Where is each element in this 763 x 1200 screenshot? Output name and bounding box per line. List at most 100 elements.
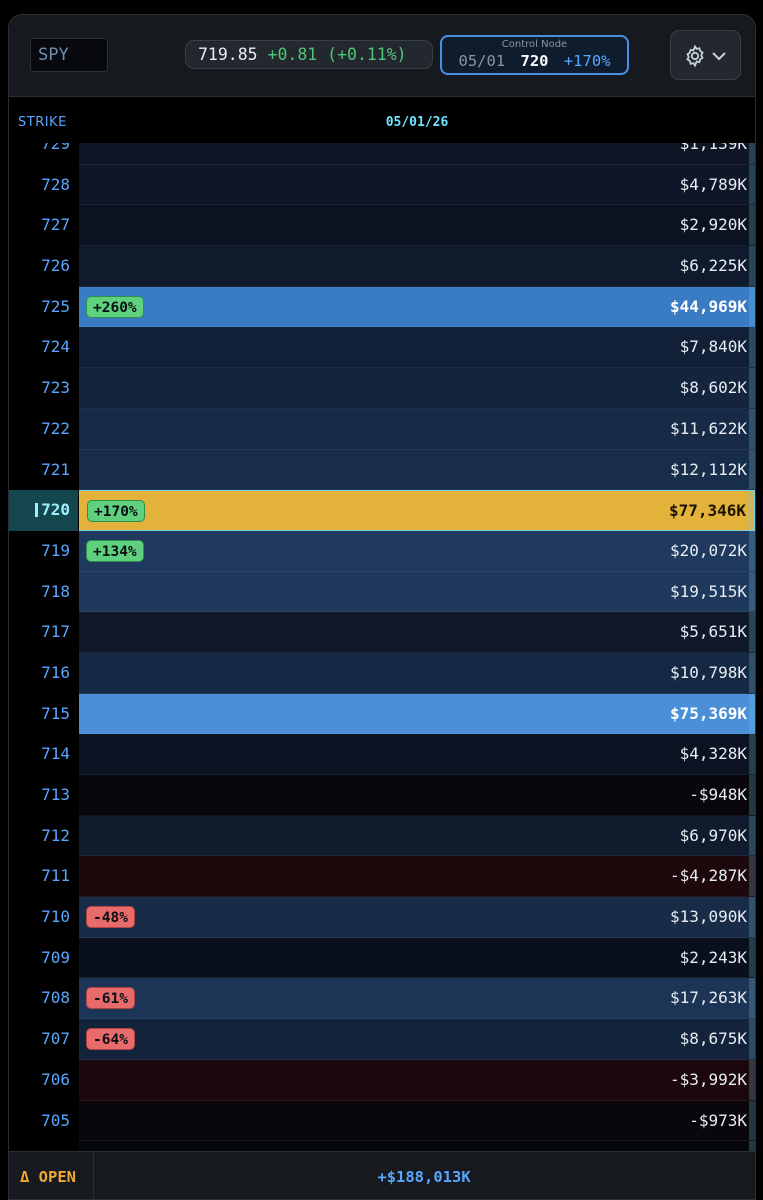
current-price-marker xyxy=(35,503,39,518)
heatmap-cell[interactable]: $12,112K xyxy=(79,449,755,491)
strike-row[interactable]: 726 $6,225K xyxy=(9,246,755,287)
scrollbar-track[interactable] xyxy=(749,1059,755,1100)
strike-row[interactable]: 714 $4,328K xyxy=(9,734,755,775)
strike-label: 705 xyxy=(9,1100,78,1142)
heatmap-cell[interactable]: -$4,287K xyxy=(79,856,755,898)
strike-label: 716 xyxy=(9,652,78,694)
heatmap-cell[interactable]: $8,602K xyxy=(79,368,755,409)
strike-label: 724 xyxy=(9,327,78,369)
strike-row[interactable]: 717 $5,651K xyxy=(9,612,755,653)
gain-badge: +170% xyxy=(87,500,145,523)
strike-label: 713 xyxy=(9,775,78,816)
current-strike-row[interactable]: 720 +170% $77,346K xyxy=(9,490,755,531)
scrollbar-track[interactable] xyxy=(749,571,755,612)
exposure-value: $4,328K xyxy=(679,744,747,764)
strike-row[interactable]: 712 $6,970K xyxy=(9,815,755,857)
heatmap-cell[interactable]: $5,651K xyxy=(79,612,755,653)
exposure-value: $4,789K xyxy=(679,174,747,194)
strike-row[interactable]: 724 $7,840K xyxy=(9,327,755,369)
strike-row[interactable]: 721 $12,112K xyxy=(9,449,755,491)
strike-row[interactable]: 709 $2,243K xyxy=(9,937,755,979)
strike-row[interactable]: 716 $10,798K xyxy=(9,652,755,694)
scrollbar-track[interactable] xyxy=(749,612,755,652)
strike-row[interactable]: 728 $4,789K xyxy=(9,164,755,206)
scrollbar-track[interactable] xyxy=(749,937,755,978)
heatmap-cell[interactable]: -$948K xyxy=(79,775,755,816)
ticker-input[interactable]: SPY xyxy=(30,38,108,72)
scrollbar-track[interactable] xyxy=(749,693,755,734)
heatmap-cell[interactable]: $2,920K xyxy=(79,205,755,247)
exposure-value: -$948K xyxy=(689,785,747,804)
heatmap-cell[interactable]: $11,622K xyxy=(79,408,755,450)
strike-row[interactable]: 707 -64% $8,675K xyxy=(9,1019,755,1060)
strike-row[interactable]: 708 -61% $17,263K xyxy=(9,978,755,1020)
strike-row[interactable]: 722 $11,622K xyxy=(9,408,755,450)
control-node-badge[interactable]: Control Node 05/01 720 +170% xyxy=(440,35,629,75)
scrollbar-track[interactable] xyxy=(749,368,755,408)
scrollbar-track[interactable] xyxy=(749,978,755,1019)
strike-row[interactable]: 710 -48% $13,090K xyxy=(9,897,755,938)
scrollbar-track[interactable] xyxy=(749,856,755,897)
scrollbar-track[interactable] xyxy=(749,897,755,937)
strike-row[interactable]: 715 $75,369K xyxy=(9,693,755,735)
heatmap-cell[interactable]: $6,225K xyxy=(79,246,755,287)
heatmap-cell[interactable]: $75,369K xyxy=(79,693,755,735)
scrollbar-track[interactable] xyxy=(749,775,755,815)
scrollbar-track[interactable] xyxy=(749,246,755,286)
strike-row[interactable]: 705 -$973K xyxy=(9,1100,755,1142)
scrollbar-track[interactable] xyxy=(749,734,755,774)
expiry-column-header[interactable]: 05/01/26 xyxy=(79,115,755,130)
scrollbar-track[interactable] xyxy=(749,449,755,490)
heatmap-cell[interactable]: +260% $44,969K xyxy=(79,286,755,328)
strike-row[interactable]: 723 $8,602K xyxy=(9,368,755,409)
exposure-value: $2,920K xyxy=(679,215,747,235)
strike-row[interactable]: 718 $19,515K xyxy=(9,571,755,613)
settings-button[interactable] xyxy=(670,30,741,80)
heatmap-cell[interactable]: $19,515K xyxy=(79,571,755,613)
scrollbar-track[interactable] xyxy=(749,530,755,571)
heatmap-cell[interactable]: $6,970K xyxy=(79,815,755,857)
strike-row[interactable]: 711 -$4,287K xyxy=(9,856,755,898)
strike-row[interactable]: 719 +134% $20,072K xyxy=(9,530,755,572)
heatmap-cell[interactable]: -$973K xyxy=(79,1100,755,1142)
strike-grid[interactable]: 729 $1,139K 728 $4,789K 727 $2,920K 726 $6,225K… xyxy=(9,143,755,1151)
strike-row[interactable]: 706 -$3,992K xyxy=(9,1059,755,1101)
heatmap-cell[interactable]: -64% $8,675K xyxy=(79,1019,755,1060)
heatmap-cell[interactable]: -$3,992K xyxy=(79,1059,755,1101)
heatmap-cell[interactable]: -61% $17,263K xyxy=(79,978,755,1020)
heatmap-cell[interactable]: $1,139K xyxy=(79,143,755,165)
heatmap-cell[interactable]: +170% $77,346K xyxy=(79,490,755,531)
exposure-value: $17,263K xyxy=(669,988,747,1008)
scrollbar-track[interactable] xyxy=(749,1100,755,1141)
scrollbar-track[interactable] xyxy=(749,408,755,449)
strike-column-header: STRIKE xyxy=(18,115,67,130)
strike-label: 722 xyxy=(9,408,78,450)
heatmap-cell[interactable]: $4,328K xyxy=(79,734,755,775)
scrollbar-track[interactable] xyxy=(749,143,755,164)
scrollbar-track[interactable] xyxy=(749,652,755,693)
gear-icon xyxy=(686,44,704,68)
heatmap-cell[interactable]: $4,789K xyxy=(79,164,755,206)
heatmap-cell[interactable]: $10,798K xyxy=(79,652,755,694)
heatmap-cell[interactable]: $7,840K xyxy=(79,327,755,369)
strike-row[interactable]: 725 +260% $44,969K xyxy=(9,286,755,328)
heatmap-cell[interactable]: -48% $13,090K xyxy=(79,897,755,938)
exposure-value: $8,602K xyxy=(679,378,747,398)
scrollbar-track[interactable] xyxy=(749,815,755,856)
exposure-value: -$4,287K xyxy=(669,866,747,886)
scrollbar-track[interactable] xyxy=(749,164,755,205)
scrollbar-track[interactable] xyxy=(749,1141,755,1151)
strike-row[interactable]: 727 $2,920K xyxy=(9,205,755,247)
strike-row[interactable]: 704 xyxy=(9,1141,755,1151)
heatmap-cell[interactable]: +134% $20,072K xyxy=(79,530,755,572)
strike-row[interactable]: 729 $1,139K xyxy=(9,143,755,165)
scrollbar-track[interactable] xyxy=(749,205,755,246)
heatmap-cell[interactable] xyxy=(79,1141,755,1151)
heatmap-cell[interactable]: $2,243K xyxy=(79,937,755,979)
scrollbar-track[interactable] xyxy=(749,286,755,327)
scrollbar-track[interactable] xyxy=(749,1019,755,1059)
scrollbar-track[interactable] xyxy=(749,327,755,368)
scrollbar-track[interactable] xyxy=(748,491,754,530)
strike-row[interactable]: 713 -$948K xyxy=(9,775,755,816)
strike-label: 723 xyxy=(9,368,78,409)
